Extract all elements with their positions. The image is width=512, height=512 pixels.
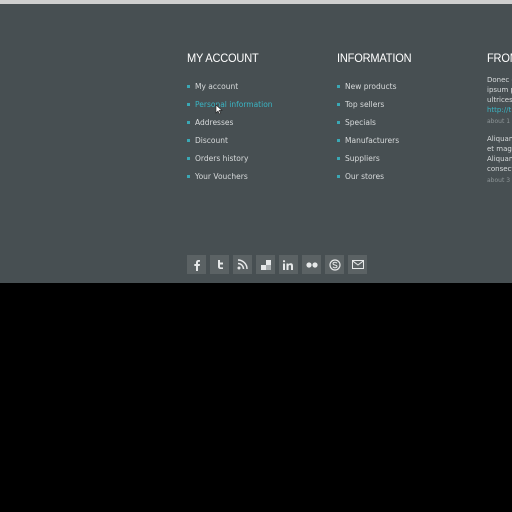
information-heading: INFORMATION <box>337 51 412 65</box>
link-discount[interactable]: Discount <box>187 132 273 150</box>
tweet-text: consect <box>487 165 512 173</box>
tweet-time: about 3 h <box>487 177 512 184</box>
information-list: New products Top sellers Specials Manufa… <box>337 78 418 186</box>
link-label[interactable]: Orders history <box>195 154 248 163</box>
linkedin-icon[interactable] <box>279 255 298 274</box>
link-personal-information[interactable]: Personal information <box>187 96 273 114</box>
link-specials[interactable]: Specials <box>337 114 418 132</box>
tweet-link[interactable]: http://t <box>487 105 512 115</box>
link-addresses[interactable]: Addresses <box>187 114 273 132</box>
tweet-text: ultrices <box>487 96 512 104</box>
link-top-sellers[interactable]: Top sellers <box>337 96 418 114</box>
from-heading: FROM <box>487 51 512 65</box>
my-account-heading: MY ACCOUNT <box>187 51 259 65</box>
twitter-icon[interactable] <box>210 255 229 274</box>
tweet-text: ipsum p <box>487 86 512 94</box>
mouse-cursor-icon <box>215 104 223 115</box>
link-label[interactable]: Suppliers <box>345 154 380 163</box>
tweet-time: about 1 h <box>487 118 512 125</box>
link-label[interactable]: Manufacturers <box>345 136 399 145</box>
flickr-icon[interactable] <box>302 255 321 274</box>
bullet-icon <box>187 85 190 88</box>
link-suppliers[interactable]: Suppliers <box>337 150 418 168</box>
empty-page-area <box>0 283 512 512</box>
link-label[interactable]: Discount <box>195 136 228 145</box>
link-label[interactable]: Your Vouchers <box>195 172 248 181</box>
facebook-icon[interactable] <box>187 255 206 274</box>
delicious-icon[interactable] <box>256 255 275 274</box>
link-label[interactable]: Our stores <box>345 172 384 181</box>
link-new-products[interactable]: New products <box>337 78 418 96</box>
bullet-icon <box>337 121 340 124</box>
link-our-stores[interactable]: Our stores <box>337 168 418 186</box>
bullet-icon <box>337 85 340 88</box>
link-label[interactable]: Addresses <box>195 118 233 127</box>
from-twitter-column: FROM Donec e ipsum p ultrices http://t a… <box>487 50 512 185</box>
skype-icon[interactable] <box>325 255 344 274</box>
link-label[interactable]: My account <box>195 82 238 91</box>
link-label[interactable]: Specials <box>345 118 376 127</box>
bullet-icon <box>187 139 190 142</box>
link-label[interactable]: Personal information <box>195 100 273 109</box>
tweet-text: et magn <box>487 145 512 153</box>
bullet-icon <box>337 157 340 160</box>
tweet-text: Aliquam <box>487 155 512 163</box>
link-label[interactable]: New products <box>345 82 397 91</box>
link-my-account[interactable]: My account <box>187 78 273 96</box>
tweet-text: Donec e <box>487 76 512 84</box>
link-orders-history[interactable]: Orders history <box>187 150 273 168</box>
bullet-icon <box>187 103 190 106</box>
link-your-vouchers[interactable]: Your Vouchers <box>187 168 273 186</box>
my-account-column: MY ACCOUNT My account Personal informati… <box>187 50 273 186</box>
bullet-icon <box>337 103 340 106</box>
tweet-text: Aliquam <box>487 135 512 143</box>
bullet-icon <box>187 121 190 124</box>
bullet-icon <box>187 157 190 160</box>
tweet: Aliquam et magn Aliquam consect about 3 … <box>487 134 512 185</box>
footer: MY ACCOUNT My account Personal informati… <box>0 4 512 283</box>
link-manufacturers[interactable]: Manufacturers <box>337 132 418 150</box>
email-icon[interactable] <box>348 255 367 274</box>
social-links <box>187 255 367 274</box>
bullet-icon <box>337 139 340 142</box>
tweet: Donec e ipsum p ultrices http://t about … <box>487 75 512 126</box>
rss-icon[interactable] <box>233 255 252 274</box>
information-column: INFORMATION New products Top sellers Spe… <box>337 50 418 186</box>
bullet-icon <box>337 175 340 178</box>
link-label[interactable]: Top sellers <box>345 100 384 109</box>
my-account-list: My account Personal information Addresse… <box>187 78 273 186</box>
bullet-icon <box>187 175 190 178</box>
